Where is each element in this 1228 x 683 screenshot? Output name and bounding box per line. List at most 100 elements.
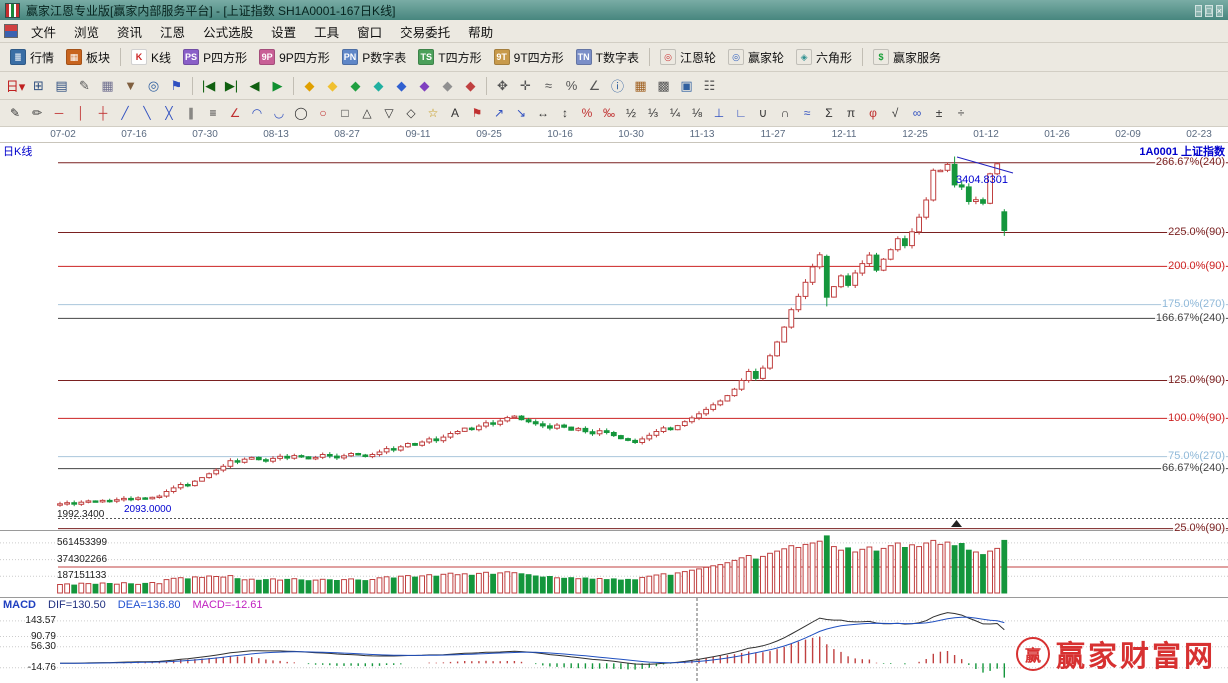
xcross-tool[interactable]: ╳ (158, 104, 180, 123)
t-square-button[interactable]: TST四方形 (412, 47, 487, 68)
minimize-button[interactable]: – (1195, 5, 1202, 17)
half-tool[interactable]: ½ (620, 104, 642, 123)
print-button[interactable]: ☷ (698, 75, 721, 96)
diamond-tool-2-button[interactable]: ◆ (321, 75, 344, 96)
diamond-tool-1-button[interactable]: ◆ (298, 75, 321, 96)
third-tool[interactable]: ⅓ (642, 104, 664, 123)
screener-button[interactable]: ▼ (119, 75, 142, 96)
diamond-tool-3-button[interactable]: ◆ (344, 75, 367, 96)
circle-tool[interactable]: ◯ (290, 104, 312, 123)
arrow-se-tool[interactable]: ↘ (510, 104, 532, 123)
diamond-tool-7-button[interactable]: ◆ (436, 75, 459, 96)
menu-window[interactable]: 窗口 (348, 19, 391, 44)
cycle-cap-tool[interactable]: ∩ (774, 104, 796, 123)
p-square-button[interactable]: PSP四方形 (177, 47, 253, 68)
parallel-channel-tool[interactable]: ∥ (180, 104, 202, 123)
menu-help[interactable]: 帮助 (459, 19, 502, 44)
menu-formula-picker[interactable]: 公式选股 (194, 19, 262, 44)
trendline-up-tool[interactable]: ╱ (114, 104, 136, 123)
trendline-down-tool[interactable]: ╲ (136, 104, 158, 123)
period-day-button[interactable]: 日▾ (4, 75, 27, 96)
diamond-shape-tool[interactable]: ◇ (400, 104, 422, 123)
small-circle-tool[interactable]: ○ (312, 104, 334, 123)
hline-tool[interactable]: ─ (48, 104, 70, 123)
approx-tool[interactable]: ≈ (796, 104, 818, 123)
arrow-h-tool[interactable]: ↔ (532, 104, 554, 123)
diamond-tool-4-button[interactable]: ◆ (367, 75, 390, 96)
menu-trading[interactable]: 交易委托 (391, 19, 459, 44)
diamond-tool-5-button[interactable]: ◆ (390, 75, 413, 96)
star-tool[interactable]: ☆ (422, 104, 444, 123)
percent-tool-button[interactable]: % (560, 75, 583, 96)
crosshair-button[interactable]: ✛ (514, 75, 537, 96)
sum-tool[interactable]: Σ (818, 104, 840, 123)
winner-service-button[interactable]: $赢家服务 (867, 47, 947, 68)
eighth-tool[interactable]: ⅛ (686, 104, 708, 123)
next-bar-button[interactable]: ▶ (266, 75, 289, 96)
kline-button[interactable]: KK线 (125, 47, 177, 68)
menu-settings[interactable]: 设置 (262, 19, 305, 44)
quotes-button[interactable]: ≣行情 (4, 47, 60, 68)
chart-panel-button[interactable]: ▦ (96, 75, 119, 96)
gann-angle-tool[interactable]: ∠ (224, 104, 246, 123)
9t-square-button[interactable]: 9T9T四方形 (488, 47, 570, 68)
perpendicular-tool[interactable]: ⊥ (708, 104, 730, 123)
pi-tool[interactable]: π (840, 104, 862, 123)
arrow-ne-tool[interactable]: ↗ (488, 104, 510, 123)
plusminus-tool[interactable]: ± (928, 104, 950, 123)
hexagon-button[interactable]: ◈六角形 (790, 47, 858, 68)
phi-tool[interactable]: φ (862, 104, 884, 123)
infinity-tool[interactable]: ∞ (906, 104, 928, 123)
crossline-tool[interactable]: ┼ (92, 104, 114, 123)
multi-hline-tool[interactable]: ≡ (202, 104, 224, 123)
maximize-button[interactable]: □ (1205, 5, 1212, 17)
p-number-table-button[interactable]: PNP数字表 (336, 47, 413, 68)
rectangle-tool[interactable]: □ (334, 104, 356, 123)
divide-tool[interactable]: ÷ (950, 104, 972, 123)
cycle-union-tool[interactable]: ∪ (752, 104, 774, 123)
inv-triangle-tool[interactable]: ▽ (378, 104, 400, 123)
flag-marker-button[interactable]: ⚑ (165, 75, 188, 96)
menu-browse[interactable]: 浏览 (65, 19, 108, 44)
sqrt-tool[interactable]: √ (884, 104, 906, 123)
arrow-v-tool[interactable]: ↕ (554, 104, 576, 123)
winner-wheel-button[interactable]: ◎赢家轮 (722, 47, 790, 68)
sectors-button[interactable]: ▦板块 (60, 47, 116, 68)
quarter-tool[interactable]: ¼ (664, 104, 686, 123)
text-tool[interactable]: A (444, 104, 466, 123)
info-button[interactable]: ⓘ (606, 75, 629, 96)
pencil-tool[interactable]: ✎ (4, 104, 26, 123)
last-bar-button[interactable]: ▶| (220, 75, 243, 96)
percent-lines-tool[interactable]: % (576, 104, 598, 123)
arc-up-tool[interactable]: ◠ (246, 104, 268, 123)
flag-tool[interactable]: ⚑ (466, 104, 488, 123)
menu-tools[interactable]: 工具 (305, 19, 348, 44)
hand-pan-button[interactable]: ✥ (491, 75, 514, 96)
right-angle-tool[interactable]: ∟ (730, 104, 752, 123)
chart-area[interactable]: 07-0207-1607-3008-1308-2709-1109-2510-16… (0, 127, 1228, 683)
vline-tool[interactable]: │ (70, 104, 92, 123)
t-number-table-button[interactable]: TNT数字表 (570, 47, 645, 68)
calendar-button[interactable]: ▦ (629, 75, 652, 96)
diamond-tool-8-button[interactable]: ◆ (459, 75, 482, 96)
menu-news[interactable]: 资讯 (108, 19, 151, 44)
save-button[interactable]: ▣ (675, 75, 698, 96)
triangle-tool[interactable]: △ (356, 104, 378, 123)
gann-wheel-button[interactable]: ◎江恩轮 (654, 47, 722, 68)
window-tile-button[interactable]: ⊞ (27, 75, 50, 96)
diamond-tool-6-button[interactable]: ◆ (413, 75, 436, 96)
arc-down-tool[interactable]: ◡ (268, 104, 290, 123)
wave-tool-button[interactable]: ≈ (537, 75, 560, 96)
prev-bar-button[interactable]: ◀ (243, 75, 266, 96)
zoom-button[interactable]: ◎ (142, 75, 165, 96)
formula-edit-button[interactable]: ✎ (73, 75, 96, 96)
pen-tool[interactable]: ✏ (26, 104, 48, 123)
permille-tool[interactable]: ‰ (598, 104, 620, 123)
first-bar-button[interactable]: |◀ (197, 75, 220, 96)
quote-list-button[interactable]: ▤ (50, 75, 73, 96)
angle-tool-button[interactable]: ∠ (583, 75, 606, 96)
9p-square-button[interactable]: 9P9P四方形 (253, 47, 336, 68)
close-button[interactable]: × (1216, 5, 1223, 17)
grid-button[interactable]: ▩ (652, 75, 675, 96)
menu-gann[interactable]: 江恩 (151, 19, 194, 44)
